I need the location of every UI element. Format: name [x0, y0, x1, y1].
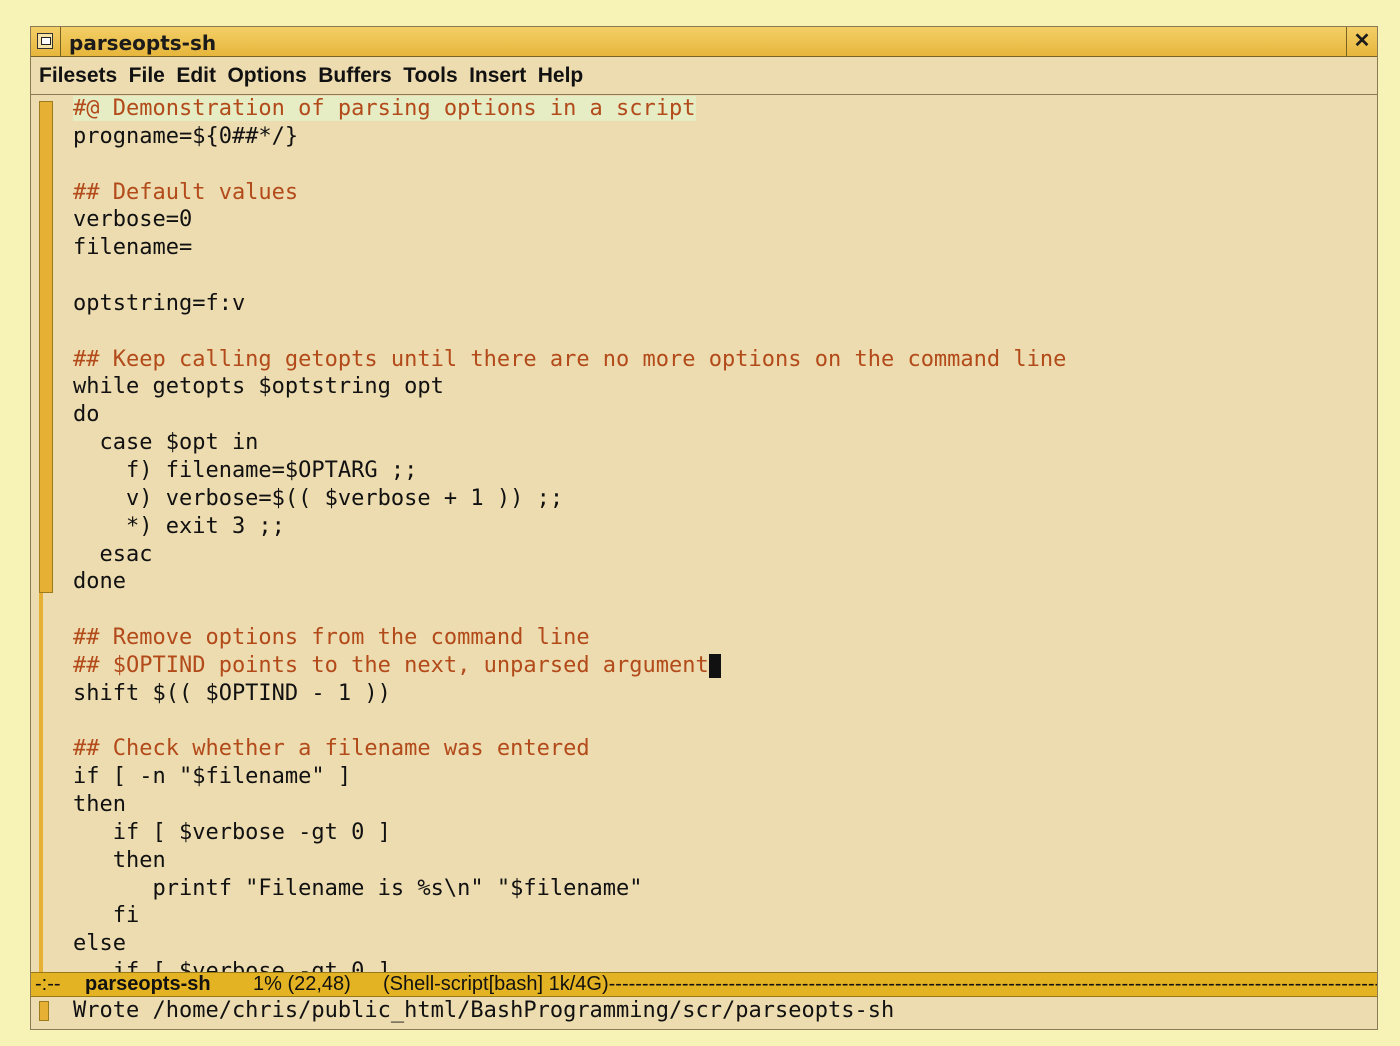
- code-line[interactable]: ## Check whether a filename was entered: [73, 735, 1363, 763]
- code-text: case $opt in: [73, 430, 259, 456]
- menu-edit[interactable]: Edit: [176, 57, 216, 95]
- code-line[interactable]: esac: [73, 541, 1363, 569]
- menu-file[interactable]: File: [129, 57, 165, 95]
- code-text: shift $(( $OPTIND - 1 )): [73, 680, 391, 706]
- code-line[interactable]: v) verbose=$(( $verbose + 1 )) ;;: [73, 485, 1363, 513]
- code-line[interactable]: verbose=0: [73, 206, 1363, 234]
- code-line[interactable]: [73, 318, 1363, 346]
- code-text: then: [73, 792, 126, 818]
- menu-filesets[interactable]: Filesets: [39, 57, 117, 95]
- code-comment: ## Default values: [73, 179, 299, 205]
- code-line[interactable]: printf "Filename is %s\n" "$filename": [73, 875, 1363, 903]
- code-line[interactable]: ## Remove options from the command line: [73, 624, 1363, 652]
- code-comment: ## $OPTIND points to the next, unparsed …: [73, 652, 709, 678]
- modeline-status: -:--: [35, 973, 61, 995]
- code-line[interactable]: ## $OPTIND points to the next, unparsed …: [73, 652, 1363, 680]
- code-line[interactable]: if [ -n "$filename" ]: [73, 763, 1363, 791]
- code-line[interactable]: [73, 596, 1363, 624]
- code-text: f) filename=$OPTARG ;;: [73, 457, 418, 483]
- code-comment: ## Remove options from the command line: [73, 625, 590, 651]
- code-text: verbose=0: [73, 207, 193, 233]
- code-line[interactable]: while getopts $optstring opt: [73, 373, 1363, 401]
- code-line[interactable]: done: [73, 568, 1363, 596]
- code-line[interactable]: filename=: [73, 234, 1363, 262]
- menu-bar: Filesets File Edit Options Buffers Tools…: [31, 57, 1377, 95]
- modeline-buffer-name[interactable]: parseopts-sh: [85, 973, 211, 996]
- left-fringe-marker: [39, 101, 53, 593]
- code-text: if [ $verbose -gt 0 ]: [73, 959, 391, 972]
- code-line[interactable]: if [ $verbose -gt 0 ]: [73, 819, 1363, 847]
- minibuffer-message: Wrote /home/chris/public_html/BashProgra…: [73, 998, 895, 1023]
- code-text: v) verbose=$(( $verbose + 1 )) ;;: [73, 485, 564, 511]
- menu-buffers[interactable]: Buffers: [318, 57, 392, 95]
- text-cursor: [708, 653, 721, 678]
- code-text: if [ $verbose -gt 0 ]: [73, 819, 391, 845]
- modeline-position: 1% (22,48): [253, 973, 351, 995]
- minibuffer-fringe: [39, 1001, 49, 1021]
- code-comment: ## Check whether a filename was entered: [73, 736, 590, 762]
- code-line[interactable]: shift $(( $OPTIND - 1 )): [73, 680, 1363, 708]
- code-line[interactable]: then: [73, 847, 1363, 875]
- code-text: if [ -n "$filename" ]: [73, 764, 352, 790]
- code-text: printf "Filename is %s\n" "$filename": [73, 875, 643, 901]
- code-text: filename=: [73, 235, 193, 261]
- code-line[interactable]: case $opt in: [73, 429, 1363, 457]
- code-line[interactable]: [73, 151, 1363, 179]
- menu-help[interactable]: Help: [538, 57, 584, 95]
- code-comment: ## Keep calling getopts until there are …: [73, 346, 1067, 372]
- code-text: optstring=f:v: [73, 290, 246, 316]
- code-line[interactable]: progname=${0##*/}: [73, 123, 1363, 151]
- mode-line[interactable]: -:-- parseopts-sh 1% (22,48) (Shell-scri…: [31, 972, 1377, 997]
- code-text: done: [73, 569, 126, 595]
- code-line[interactable]: f) filename=$OPTARG ;;: [73, 457, 1363, 485]
- code-text: while getopts $optstring opt: [73, 374, 444, 400]
- code-line[interactable]: optstring=f:v: [73, 290, 1363, 318]
- code-line[interactable]: ## Keep calling getopts until there are …: [73, 346, 1363, 374]
- title-bar[interactable]: parseopts-sh ✕: [31, 27, 1377, 57]
- close-button[interactable]: ✕: [1346, 27, 1377, 56]
- menu-options[interactable]: Options: [227, 57, 306, 95]
- code-line[interactable]: then: [73, 791, 1363, 819]
- menu-tools[interactable]: Tools: [403, 57, 457, 95]
- code-text: do: [73, 402, 100, 428]
- code-line[interactable]: else: [73, 930, 1363, 958]
- code-text: esac: [73, 541, 153, 567]
- emacs-window: parseopts-sh ✕ Filesets File Edit Option…: [30, 26, 1378, 1030]
- code-text: else: [73, 931, 126, 957]
- code-text: *) exit 3 ;;: [73, 513, 285, 539]
- code-line[interactable]: *) exit 3 ;;: [73, 513, 1363, 541]
- code-line[interactable]: if [ $verbose -gt 0 ]: [73, 958, 1363, 972]
- editor-area[interactable]: #@ Demonstration of parsing options in a…: [31, 95, 1377, 973]
- code-buffer[interactable]: #@ Demonstration of parsing options in a…: [73, 95, 1363, 972]
- code-line[interactable]: do: [73, 401, 1363, 429]
- title-separator: [60, 27, 61, 56]
- code-text: progname=${0##*/}: [73, 123, 299, 149]
- code-text: then: [73, 847, 166, 873]
- window-title: parseopts-sh: [69, 31, 217, 55]
- menu-insert[interactable]: Insert: [469, 57, 526, 95]
- code-text: fi: [73, 903, 140, 929]
- left-fringe: [39, 593, 43, 973]
- code-line[interactable]: fi: [73, 902, 1363, 930]
- code-line[interactable]: [73, 262, 1363, 290]
- minibuffer[interactable]: Wrote /home/chris/public_html/BashProgra…: [31, 997, 1377, 1029]
- code-line[interactable]: ## Default values: [73, 179, 1363, 207]
- code-line[interactable]: #@ Demonstration of parsing options in a…: [73, 95, 1363, 123]
- window-menu-icon[interactable]: [37, 33, 53, 49]
- code-comment: #@ Demonstration of parsing options in a…: [73, 96, 696, 121]
- modeline-mode[interactable]: (Shell-script[bash] 1k/4G)--------------…: [383, 973, 1377, 996]
- code-line[interactable]: [73, 708, 1363, 736]
